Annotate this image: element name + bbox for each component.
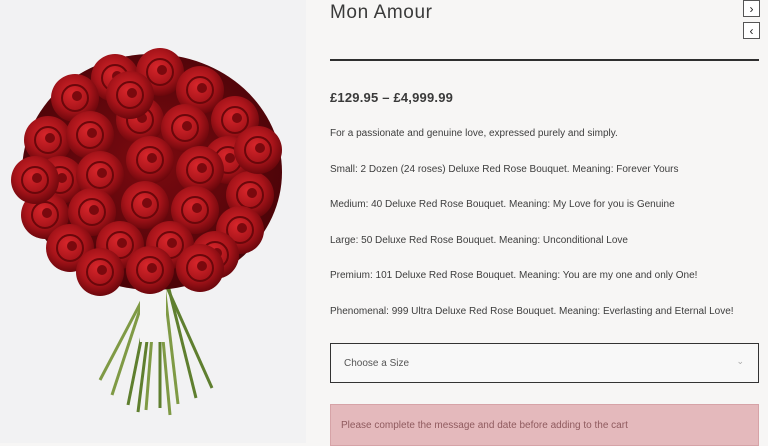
rose-bouquet-image	[11, 48, 282, 416]
size-select[interactable]: Choose a Size ⌄	[330, 343, 759, 383]
title-divider	[330, 59, 759, 61]
product-image[interactable]	[0, 0, 306, 443]
rose-flower	[234, 126, 282, 174]
rose-flower	[106, 71, 154, 119]
rose-flower	[126, 246, 174, 294]
rose-flower	[11, 156, 59, 204]
description-intro: For a passionate and genuine love, expre…	[330, 128, 618, 139]
size-description-premium: Premium: 101 Deluxe Red Rose Bouquet. Me…	[330, 270, 698, 281]
rose-flower	[76, 248, 124, 296]
size-description-phenomenal: Phenomenal: 999 Ultra Deluxe Red Rose Bo…	[330, 306, 734, 317]
rose-flower	[121, 181, 169, 229]
rose-flower	[66, 111, 114, 159]
next-product-button[interactable]: ›	[743, 0, 760, 17]
size-select-placeholder: Choose a Size	[344, 358, 410, 369]
product-details: Mon Amour › ‹ £129.95 – £4,999.99 For a …	[330, 0, 760, 446]
size-description-small: Small: 2 Dozen (24 roses) Deluxe Red Ros…	[330, 164, 679, 175]
product-title: Mon Amour	[330, 2, 433, 23]
chevron-left-icon: ‹	[749, 23, 754, 38]
validation-alert: Please complete the message and date bef…	[330, 404, 759, 446]
size-description-medium: Medium: 40 Deluxe Red Rose Bouquet. Mean…	[330, 199, 675, 210]
size-description-large: Large: 50 Deluxe Red Rose Bouquet. Meani…	[330, 235, 628, 246]
validation-alert-message: Please complete the message and date bef…	[341, 420, 628, 431]
product-price: £129.95 – £4,999.99	[330, 90, 454, 105]
chevron-down-icon: ⌄	[736, 356, 744, 366]
rose-flower	[126, 136, 174, 184]
rose-flower	[176, 244, 224, 292]
chevron-right-icon: ›	[749, 1, 754, 16]
previous-product-button[interactable]: ‹	[743, 22, 760, 39]
